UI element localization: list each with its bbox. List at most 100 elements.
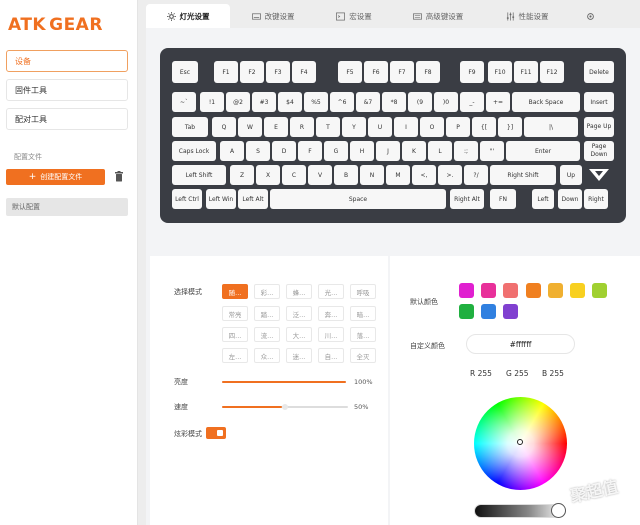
key-left-ctrl[interactable]: Left Ctrl xyxy=(172,189,202,209)
key-right[interactable]: Right xyxy=(584,189,608,209)
key-back-space[interactable]: Back Space xyxy=(512,92,580,112)
key--[interactable]: >. xyxy=(438,165,462,185)
key-s[interactable]: S xyxy=(246,141,270,161)
lighting-mode-button[interactable]: 踏... xyxy=(254,306,280,321)
key-f8[interactable]: F8 xyxy=(416,61,440,83)
color-swatch[interactable] xyxy=(481,283,496,298)
lighting-mode-button[interactable]: 大... xyxy=(286,327,312,342)
key-f2[interactable]: F2 xyxy=(240,61,264,83)
lighting-mode-button[interactable]: 四... xyxy=(222,327,248,342)
key-o[interactable]: O xyxy=(420,117,444,137)
key-caps-lock[interactable]: Caps Lock xyxy=(172,141,216,161)
key-up[interactable]: Up xyxy=(560,165,582,185)
lighting-mode-button[interactable]: 暗... xyxy=(350,306,376,321)
key--6[interactable]: ^6 xyxy=(330,92,354,112)
key-f7[interactable]: F7 xyxy=(390,61,414,83)
key-b[interactable]: B xyxy=(334,165,358,185)
lighting-mode-button[interactable]: 蜂... xyxy=(286,284,312,299)
lighting-mode-button[interactable]: 呼吸 xyxy=(350,284,376,299)
key-f3[interactable]: F3 xyxy=(266,61,290,83)
key-x[interactable]: X xyxy=(256,165,280,185)
key-f11[interactable]: F11 xyxy=(514,61,538,83)
lighting-mode-button[interactable]: 常亮 xyxy=(222,306,248,321)
key-f[interactable]: F xyxy=(298,141,322,161)
color-swatch[interactable] xyxy=(548,283,563,298)
key-k[interactable]: K xyxy=(402,141,426,161)
key-t[interactable]: T xyxy=(316,117,340,137)
key-esc[interactable]: Esc xyxy=(172,61,198,83)
lighting-mode-button[interactable]: 随... xyxy=(222,284,248,299)
key-f6[interactable]: F6 xyxy=(364,61,388,83)
color-swatch[interactable] xyxy=(570,283,585,298)
key-f4[interactable]: F4 xyxy=(292,61,316,83)
lighting-mode-button[interactable]: 众... xyxy=(254,348,280,363)
color-swatch[interactable] xyxy=(503,304,518,319)
key-delete[interactable]: Delete xyxy=(584,61,614,83)
key-g[interactable]: G xyxy=(324,141,348,161)
lighting-mode-button[interactable]: 川... xyxy=(318,327,344,342)
key-f10[interactable]: F10 xyxy=(488,61,512,83)
key-j[interactable]: J xyxy=(376,141,400,161)
key-tab[interactable]: Tab xyxy=(172,117,208,137)
color-swatch[interactable] xyxy=(592,283,607,298)
color-swatch[interactable] xyxy=(526,283,541,298)
color-swatch[interactable] xyxy=(459,283,474,298)
profile-item-default[interactable]: 默认配置 xyxy=(6,198,128,216)
key-space[interactable]: Space xyxy=(270,189,446,209)
color-swatch[interactable] xyxy=(503,283,518,298)
key-insert[interactable]: Insert xyxy=(584,92,614,112)
key-c[interactable]: C xyxy=(282,165,306,185)
create-profile-button[interactable]: + 创建配置文件 xyxy=(6,169,105,185)
lighting-mode-button[interactable]: 光... xyxy=(318,284,344,299)
lighting-mode-button[interactable]: 泛... xyxy=(286,306,312,321)
settings-button[interactable] xyxy=(570,4,610,28)
key--[interactable]: }] xyxy=(498,117,522,137)
key-y[interactable]: Y xyxy=(342,117,366,137)
lighting-mode-button[interactable]: 迷... xyxy=(286,348,312,363)
key-left[interactable]: Left xyxy=(532,189,554,209)
key-e[interactable]: E xyxy=(264,117,288,137)
key--[interactable]: |\ xyxy=(524,117,578,137)
sidebar-item-pairing-tool[interactable]: 配对工具 xyxy=(6,108,128,130)
tab-performance[interactable]: 性能设置 xyxy=(484,4,570,28)
key-a[interactable]: A xyxy=(220,141,244,161)
key-q[interactable]: Q xyxy=(212,117,236,137)
key-fn[interactable]: FN xyxy=(490,189,516,209)
key-d[interactable]: D xyxy=(272,141,296,161)
lighting-mode-button[interactable]: 落... xyxy=(350,327,376,342)
key-f12[interactable]: F12 xyxy=(540,61,564,83)
hex-color-input[interactable]: #ffffff xyxy=(466,334,575,354)
key-u[interactable]: U xyxy=(368,117,392,137)
lighting-mode-button[interactable]: 流... xyxy=(254,327,280,342)
key--[interactable]: {[ xyxy=(472,117,496,137)
key--[interactable]: :; xyxy=(454,141,478,161)
key-down[interactable]: Down xyxy=(558,189,582,209)
key-l[interactable]: L xyxy=(428,141,452,161)
b-channel[interactable]: B 255 xyxy=(542,369,564,378)
key--2[interactable]: @2 xyxy=(226,92,250,112)
key-h[interactable]: H xyxy=(350,141,374,161)
lighting-mode-button[interactable]: 奔... xyxy=(318,306,344,321)
color-swatch[interactable] xyxy=(481,304,496,319)
key--5[interactable]: %5 xyxy=(304,92,328,112)
key-i[interactable]: I xyxy=(394,117,418,137)
key--[interactable]: ~` xyxy=(172,92,196,112)
key--[interactable]: ?/ xyxy=(464,165,488,185)
key-z[interactable]: Z xyxy=(230,165,254,185)
key-page-up[interactable]: Page Up xyxy=(584,117,614,137)
key--7[interactable]: &7 xyxy=(356,92,380,112)
key-page-down[interactable]: Page Down xyxy=(584,141,614,161)
key--9[interactable]: (9 xyxy=(408,92,432,112)
key-left-win[interactable]: Left Win xyxy=(206,189,236,209)
key--[interactable]: _- xyxy=(460,92,484,112)
key-p[interactable]: P xyxy=(446,117,470,137)
trash-icon[interactable] xyxy=(114,171,124,182)
key-w[interactable]: W xyxy=(238,117,262,137)
key-f5[interactable]: F5 xyxy=(338,61,362,83)
key-f9[interactable]: F9 xyxy=(460,61,484,83)
g-channel[interactable]: G 255 xyxy=(506,369,529,378)
key-m[interactable]: M xyxy=(386,165,410,185)
lighting-mode-button[interactable]: 彩... xyxy=(254,284,280,299)
key--[interactable]: += xyxy=(486,92,510,112)
key--[interactable]: "' xyxy=(480,141,504,161)
